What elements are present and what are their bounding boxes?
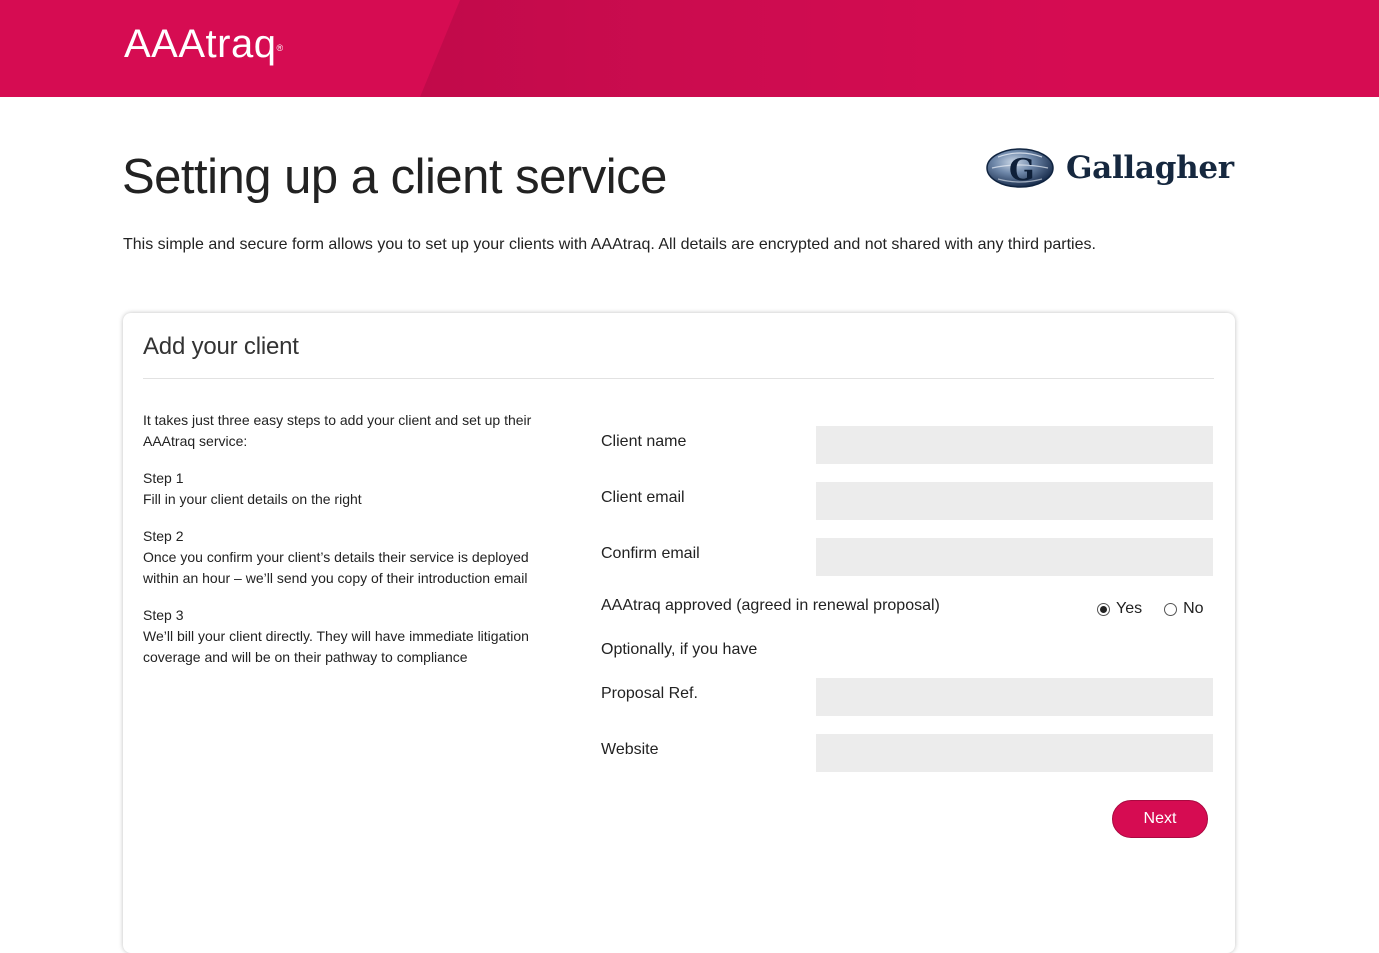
top-bar-accent-band bbox=[420, 0, 1379, 97]
optional-note: Optionally, if you have bbox=[601, 641, 758, 658]
client-name-input[interactable] bbox=[816, 426, 1213, 464]
card-divider bbox=[143, 378, 1214, 379]
client-name-label: Client name bbox=[601, 433, 687, 450]
step-2: Step 2 Once you confirm your client’s de… bbox=[143, 526, 533, 589]
radio-checked-icon[interactable] bbox=[1097, 602, 1110, 616]
client-email-input[interactable] bbox=[816, 482, 1213, 520]
steps-intro: It takes just three easy steps to add yo… bbox=[143, 412, 532, 449]
step-text: Fill in your client details on the right bbox=[143, 491, 362, 507]
step-label: Step 2 bbox=[143, 528, 184, 544]
radio-label: Yes bbox=[1116, 600, 1143, 617]
brand-logo[interactable]: AAAtraq® bbox=[124, 22, 284, 66]
intro-text: This simple and secure form allows you t… bbox=[123, 236, 1096, 253]
confirm-email-input[interactable] bbox=[816, 538, 1213, 576]
website-label: Website bbox=[601, 741, 659, 758]
proposal-ref-input[interactable] bbox=[816, 678, 1213, 716]
confirm-email-label: Confirm email bbox=[601, 545, 700, 562]
gallagher-globe-icon: G bbox=[986, 147, 1054, 189]
approved-yes-radio[interactable]: Yes bbox=[1097, 600, 1142, 618]
approved-label: AAAtraq approved (agreed in renewal prop… bbox=[601, 597, 940, 614]
partner-name: Gallagher bbox=[1066, 150, 1234, 186]
website-input[interactable] bbox=[816, 734, 1213, 772]
partner-logo: G Gallagher bbox=[986, 146, 1236, 190]
client-email-label: Client email bbox=[601, 489, 685, 506]
approved-radio-group: Yes No bbox=[1097, 600, 1204, 618]
step-text: We’ll bill your client directly. They wi… bbox=[143, 628, 529, 665]
next-button[interactable]: Next bbox=[1112, 800, 1208, 838]
brand-registered-mark: ® bbox=[276, 43, 284, 53]
add-client-card: Add your client It takes just three easy… bbox=[123, 313, 1235, 953]
step-text: Once you confirm your client’s details t… bbox=[143, 549, 529, 586]
brand-name: AAAtraq bbox=[124, 22, 277, 66]
step-label: Step 1 bbox=[143, 470, 184, 486]
step-1: Step 1 Fill in your client details on th… bbox=[143, 468, 533, 510]
step-3: Step 3 We’ll bill your client directly. … bbox=[143, 605, 533, 668]
page-title: Setting up a client service bbox=[122, 150, 667, 204]
proposal-ref-label: Proposal Ref. bbox=[601, 685, 698, 702]
svg-text:G: G bbox=[1009, 153, 1035, 188]
radio-label: No bbox=[1183, 600, 1204, 617]
radio-unchecked-icon[interactable] bbox=[1164, 602, 1178, 616]
step-label: Step 3 bbox=[143, 607, 184, 623]
top-bar: AAAtraq® bbox=[0, 0, 1379, 97]
card-title: Add your client bbox=[143, 333, 299, 360]
approved-no-radio[interactable]: No bbox=[1164, 600, 1204, 618]
steps-panel: It takes just three easy steps to add yo… bbox=[143, 410, 533, 684]
